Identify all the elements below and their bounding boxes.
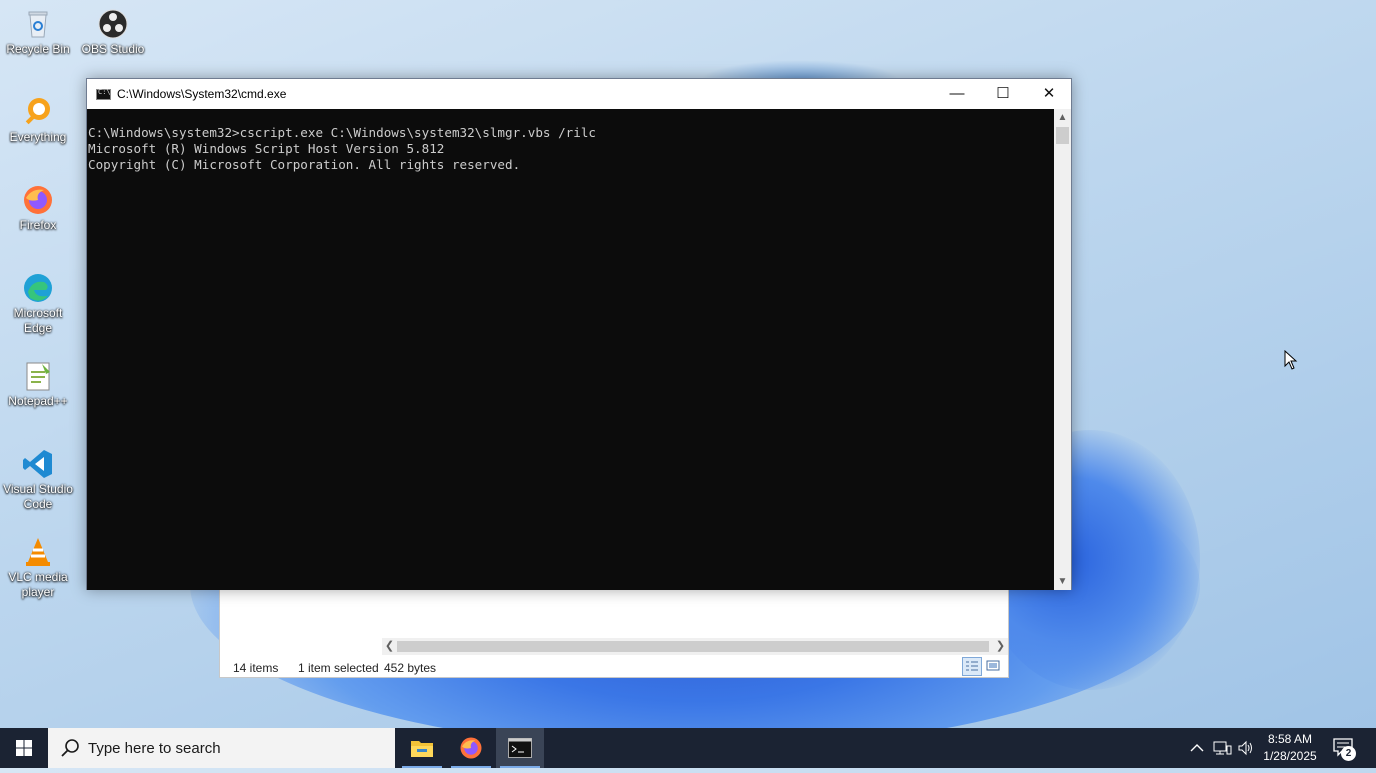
edge-icon bbox=[22, 272, 54, 304]
item-count: 14 items bbox=[233, 661, 279, 675]
maximize-icon: ☐ bbox=[996, 85, 1010, 102]
horizontal-scrollbar[interactable]: ❮ ❯ bbox=[382, 638, 1008, 655]
minimize-icon: — bbox=[949, 85, 965, 102]
volume-icon[interactable] bbox=[1237, 740, 1255, 756]
firefox-icon bbox=[460, 737, 482, 759]
taskbar-search-box[interactable]: Type here to search bbox=[48, 728, 395, 768]
taskbar-clock[interactable]: 8:58 AM 1/28/2025 bbox=[1255, 731, 1325, 765]
large-icons-view-button[interactable] bbox=[984, 657, 1004, 676]
status-bar: 14 items 1 item selected 452 bytes bbox=[220, 658, 1008, 678]
taskbar-command-prompt[interactable] bbox=[496, 728, 544, 768]
windows-logo-icon bbox=[16, 740, 32, 756]
command-prompt-icon bbox=[508, 738, 532, 758]
notification-badge: 2 bbox=[1341, 746, 1356, 761]
taskbar: Type here to search 8:58 AM 1/28/2025 2 bbox=[0, 728, 1376, 768]
details-view-button[interactable] bbox=[962, 657, 982, 676]
desktop-icon-microsoft-edge[interactable]: Microsoft Edge bbox=[1, 272, 75, 336]
desktop-icon-notepad-plus-plus[interactable]: Notepad++ bbox=[1, 360, 75, 409]
console-line: Copyright (C) Microsoft Corporation. All… bbox=[88, 157, 521, 172]
selection-count: 1 item selected bbox=[298, 661, 379, 675]
vlc-icon bbox=[22, 536, 54, 568]
desktop-icon-vlc[interactable]: VLC media player bbox=[1, 536, 75, 600]
search-placeholder: Type here to search bbox=[88, 740, 221, 757]
taskbar-file-explorer[interactable] bbox=[398, 728, 446, 768]
console-output[interactable]: C:\Windows\system32>cscript.exe C:\Windo… bbox=[87, 109, 1054, 590]
taskbar-firefox[interactable] bbox=[447, 728, 495, 768]
large-icons-view-icon bbox=[986, 660, 1000, 671]
network-icon[interactable] bbox=[1212, 740, 1232, 756]
vertical-scrollbar-thumb[interactable] bbox=[1056, 127, 1069, 144]
obs-studio-icon bbox=[97, 8, 129, 40]
notepad-plus-plus-icon bbox=[22, 360, 54, 392]
console-line: C:\Windows\system32>cscript.exe C:\Windo… bbox=[88, 125, 596, 140]
cmd-window[interactable]: C:\Windows\System32\cmd.exe — ☐ ✕ C:\Win… bbox=[86, 78, 1072, 590]
firefox-icon bbox=[22, 184, 54, 216]
console-line: Microsoft (R) Windows Script Host Versio… bbox=[88, 141, 445, 156]
everything-icon bbox=[22, 96, 54, 128]
file-explorer-window[interactable]: ❮ ❯ 14 items 1 item selected 452 bytes bbox=[219, 588, 1009, 678]
start-button[interactable] bbox=[0, 728, 48, 768]
scroll-left-icon[interactable]: ❮ bbox=[382, 638, 397, 655]
minimize-button[interactable]: — bbox=[934, 79, 980, 109]
desktop-icon-everything[interactable]: Everything bbox=[1, 96, 75, 145]
desktop-icon-obs-studio[interactable]: OBS Studio bbox=[76, 8, 150, 57]
maximize-button[interactable]: ☐ bbox=[980, 79, 1026, 109]
desktop-icon-recycle-bin[interactable]: Recycle Bin bbox=[1, 8, 75, 57]
recycle-bin-icon bbox=[22, 8, 54, 40]
close-button[interactable]: ✕ bbox=[1026, 79, 1072, 109]
selection-size: 452 bytes bbox=[384, 661, 437, 675]
details-view-icon bbox=[966, 661, 978, 671]
clock-time: 8:58 AM bbox=[1267, 732, 1313, 746]
desktop-icon-vscode[interactable]: Visual Studio Code bbox=[1, 448, 75, 512]
cmd-titlebar[interactable]: C:\Windows\System32\cmd.exe — ☐ ✕ bbox=[87, 79, 1071, 109]
vertical-scrollbar[interactable]: ▲ ▼ bbox=[1054, 109, 1071, 590]
chevron-up-icon[interactable] bbox=[1189, 741, 1205, 755]
folder-icon bbox=[411, 741, 433, 757]
vscode-icon bbox=[22, 448, 54, 480]
search-icon bbox=[61, 739, 79, 757]
clock-date: 1/28/2025 bbox=[1263, 749, 1317, 763]
scroll-up-icon[interactable]: ▲ bbox=[1054, 109, 1071, 126]
scroll-down-icon[interactable]: ▼ bbox=[1054, 573, 1071, 590]
desktop-icon-firefox[interactable]: Firefox bbox=[1, 184, 75, 233]
mouse-cursor-icon bbox=[1284, 349, 1298, 370]
close-icon: ✕ bbox=[1042, 85, 1056, 102]
scrollbar-thumb[interactable] bbox=[397, 641, 989, 652]
cmd-window-title: C:\Windows\System32\cmd.exe bbox=[117, 87, 287, 101]
notification-center-button[interactable]: 2 bbox=[1330, 736, 1360, 762]
scroll-right-icon[interactable]: ❯ bbox=[993, 638, 1008, 655]
cmd-app-icon bbox=[96, 88, 111, 100]
